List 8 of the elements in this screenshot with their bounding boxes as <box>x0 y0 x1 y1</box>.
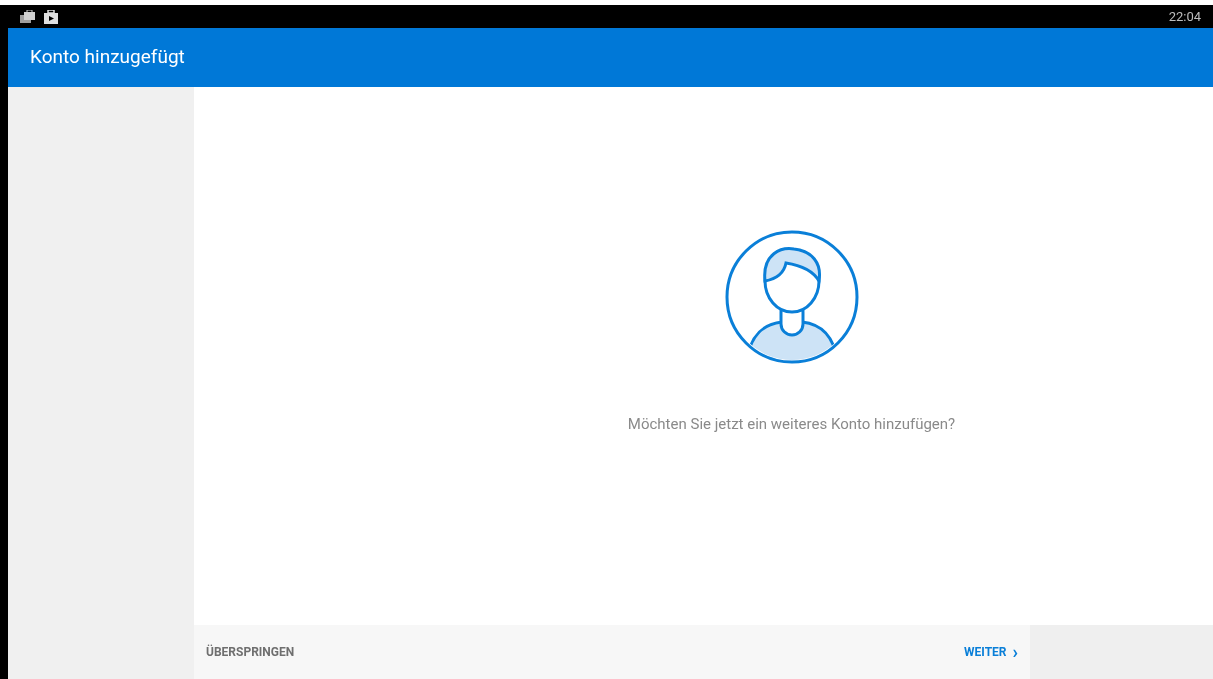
question-text: Möchten Sie jetzt ein weiteres Konto hinzufügen? <box>627 414 956 435</box>
clock-time: 22:04 <box>1168 7 1201 26</box>
person-avatar-icon <box>723 229 860 365</box>
skip-button[interactable]: ÜBERSPRINGEN <box>204 639 297 665</box>
app-bar-title: Konto hinzugefügt <box>30 44 185 71</box>
briefcase-play-icon <box>44 9 58 24</box>
briefcase-stack-icon <box>20 9 36 24</box>
next-button[interactable]: WEITER › <box>962 639 1020 665</box>
